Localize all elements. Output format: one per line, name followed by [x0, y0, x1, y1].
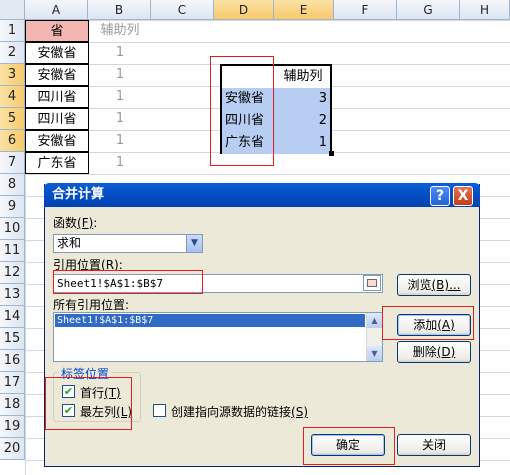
create-links-label[interactable]: 创建指向源数据的链接(S) — [171, 403, 308, 420]
function-select-value: 求和 — [57, 236, 82, 250]
scroll-up-icon[interactable]: ▲ — [367, 313, 382, 328]
highlight-box-ok — [303, 427, 395, 465]
function-label: 函数(F): — [53, 216, 98, 230]
create-links-label-text: 创建指向源数据的链接 — [171, 405, 292, 419]
cell-b7[interactable]: 1 — [89, 152, 151, 174]
all-references-list[interactable]: Sheet1!$A$1:$B$7 ▲ ▼ — [53, 312, 383, 362]
cancel-button[interactable]: 关闭 — [397, 434, 471, 456]
column-header-a[interactable]: A — [25, 0, 88, 20]
row-header[interactable]: 19 — [0, 416, 25, 438]
cell-a2[interactable]: 安徽省 — [25, 42, 89, 64]
cell-a6[interactable]: 安徽省 — [25, 130, 89, 152]
browse-button[interactable]: 浏览(B)... — [397, 274, 471, 296]
delete-accesskey: (D) — [436, 345, 456, 359]
row-header[interactable]: 17 — [0, 372, 25, 394]
row-header[interactable]: 12 — [0, 262, 25, 284]
cell-b6[interactable]: 1 — [89, 130, 151, 152]
collapse-dialog-icon[interactable] — [363, 275, 381, 291]
scroll-down-icon[interactable]: ▼ — [367, 346, 382, 361]
dialog-title: 合并计算 — [52, 187, 105, 202]
all-references-label: 所有引用位置: — [53, 298, 130, 312]
cell-b1-header[interactable]: 辅助列 — [89, 20, 151, 42]
column-header-g[interactable]: G — [397, 0, 460, 20]
row-header[interactable]: 16 — [0, 350, 25, 372]
highlight-box-label-options — [45, 377, 132, 430]
cell-b4[interactable]: 1 — [89, 86, 151, 108]
row-header[interactable]: 7 — [0, 152, 25, 174]
row-header[interactable]: 20 — [0, 438, 25, 460]
help-icon: ? — [435, 188, 445, 204]
row-header[interactable]: 14 — [0, 306, 25, 328]
create-links-accesskey: (S) — [291, 405, 308, 419]
cell-a3[interactable]: 安徽省 — [25, 64, 89, 86]
dialog-titlebar[interactable]: 合并计算 — [44, 183, 480, 207]
help-button[interactable]: ? — [430, 186, 450, 206]
consolidate-dialog: 合并计算 ? X 函数(F): 求和 ▼ 引用位置(R): Sheet1!$A$… — [44, 183, 480, 467]
select-all-corner[interactable] — [0, 0, 25, 20]
result-row-value[interactable]: 1 — [276, 132, 330, 154]
column-header-e[interactable]: E — [274, 0, 334, 20]
cell-a4[interactable]: 四川省 — [25, 86, 89, 108]
function-label-text: 函数 — [53, 216, 78, 230]
row-header[interactable]: 10 — [0, 218, 25, 240]
cell-a1-header[interactable]: 省 — [25, 20, 89, 42]
row-header[interactable]: 2 — [0, 42, 25, 64]
row-header[interactable]: 11 — [0, 240, 25, 262]
cell-b2[interactable]: 1 — [89, 42, 151, 64]
fill-handle[interactable] — [329, 151, 334, 156]
function-accesskey: (F) — [77, 216, 94, 230]
cell-a5[interactable]: 四川省 — [25, 108, 89, 130]
cell-b3[interactable]: 1 — [89, 64, 151, 86]
result-header-helper[interactable]: 辅助列 — [276, 66, 330, 88]
cell-a7[interactable]: 广东省 — [25, 152, 89, 174]
row-header[interactable]: 15 — [0, 328, 25, 350]
list-item[interactable]: Sheet1!$A$1:$B$7 — [55, 314, 365, 327]
browse-button-label: 浏览 — [407, 278, 432, 292]
column-header-f[interactable]: F — [334, 0, 397, 20]
row-header[interactable]: 13 — [0, 284, 25, 306]
row-header[interactable]: 8 — [0, 174, 25, 196]
spreadsheet: A B C D E F G H 1 2 3 4 5 6 7 8 9 10 11 … — [0, 0, 510, 475]
highlight-box-reference — [53, 270, 203, 294]
column-header-h[interactable]: H — [460, 0, 510, 20]
chevron-down-icon[interactable]: ▼ — [186, 235, 202, 252]
column-header-d[interactable]: D — [214, 0, 274, 20]
highlight-box-add — [382, 306, 474, 340]
list-scrollbar[interactable]: ▲ ▼ — [366, 313, 382, 361]
row-header[interactable]: 9 — [0, 196, 25, 218]
row-header[interactable]: 4 — [0, 86, 25, 108]
delete-button-label: 删除 — [412, 345, 437, 359]
result-row-value[interactable]: 3 — [276, 88, 330, 110]
column-header-c[interactable]: C — [151, 0, 214, 20]
close-icon: X — [457, 188, 469, 204]
close-window-button[interactable]: X — [453, 186, 473, 206]
column-header-b[interactable]: B — [88, 0, 151, 20]
row-header[interactable]: 5 — [0, 108, 25, 130]
result-row-value[interactable]: 2 — [276, 110, 330, 132]
cell-b5[interactable]: 1 — [89, 108, 151, 130]
create-links-checkbox[interactable] — [153, 404, 166, 417]
row-header[interactable]: 6 — [0, 130, 25, 152]
row-header[interactable]: 1 — [0, 20, 25, 42]
row-header[interactable]: 18 — [0, 394, 25, 416]
row-header[interactable]: 3 — [0, 64, 25, 86]
highlight-box-result-labels — [210, 56, 274, 166]
browse-accesskey: (B)... — [431, 278, 461, 292]
function-select[interactable]: 求和 ▼ — [53, 234, 203, 253]
delete-button[interactable]: 删除(D) — [397, 341, 471, 363]
